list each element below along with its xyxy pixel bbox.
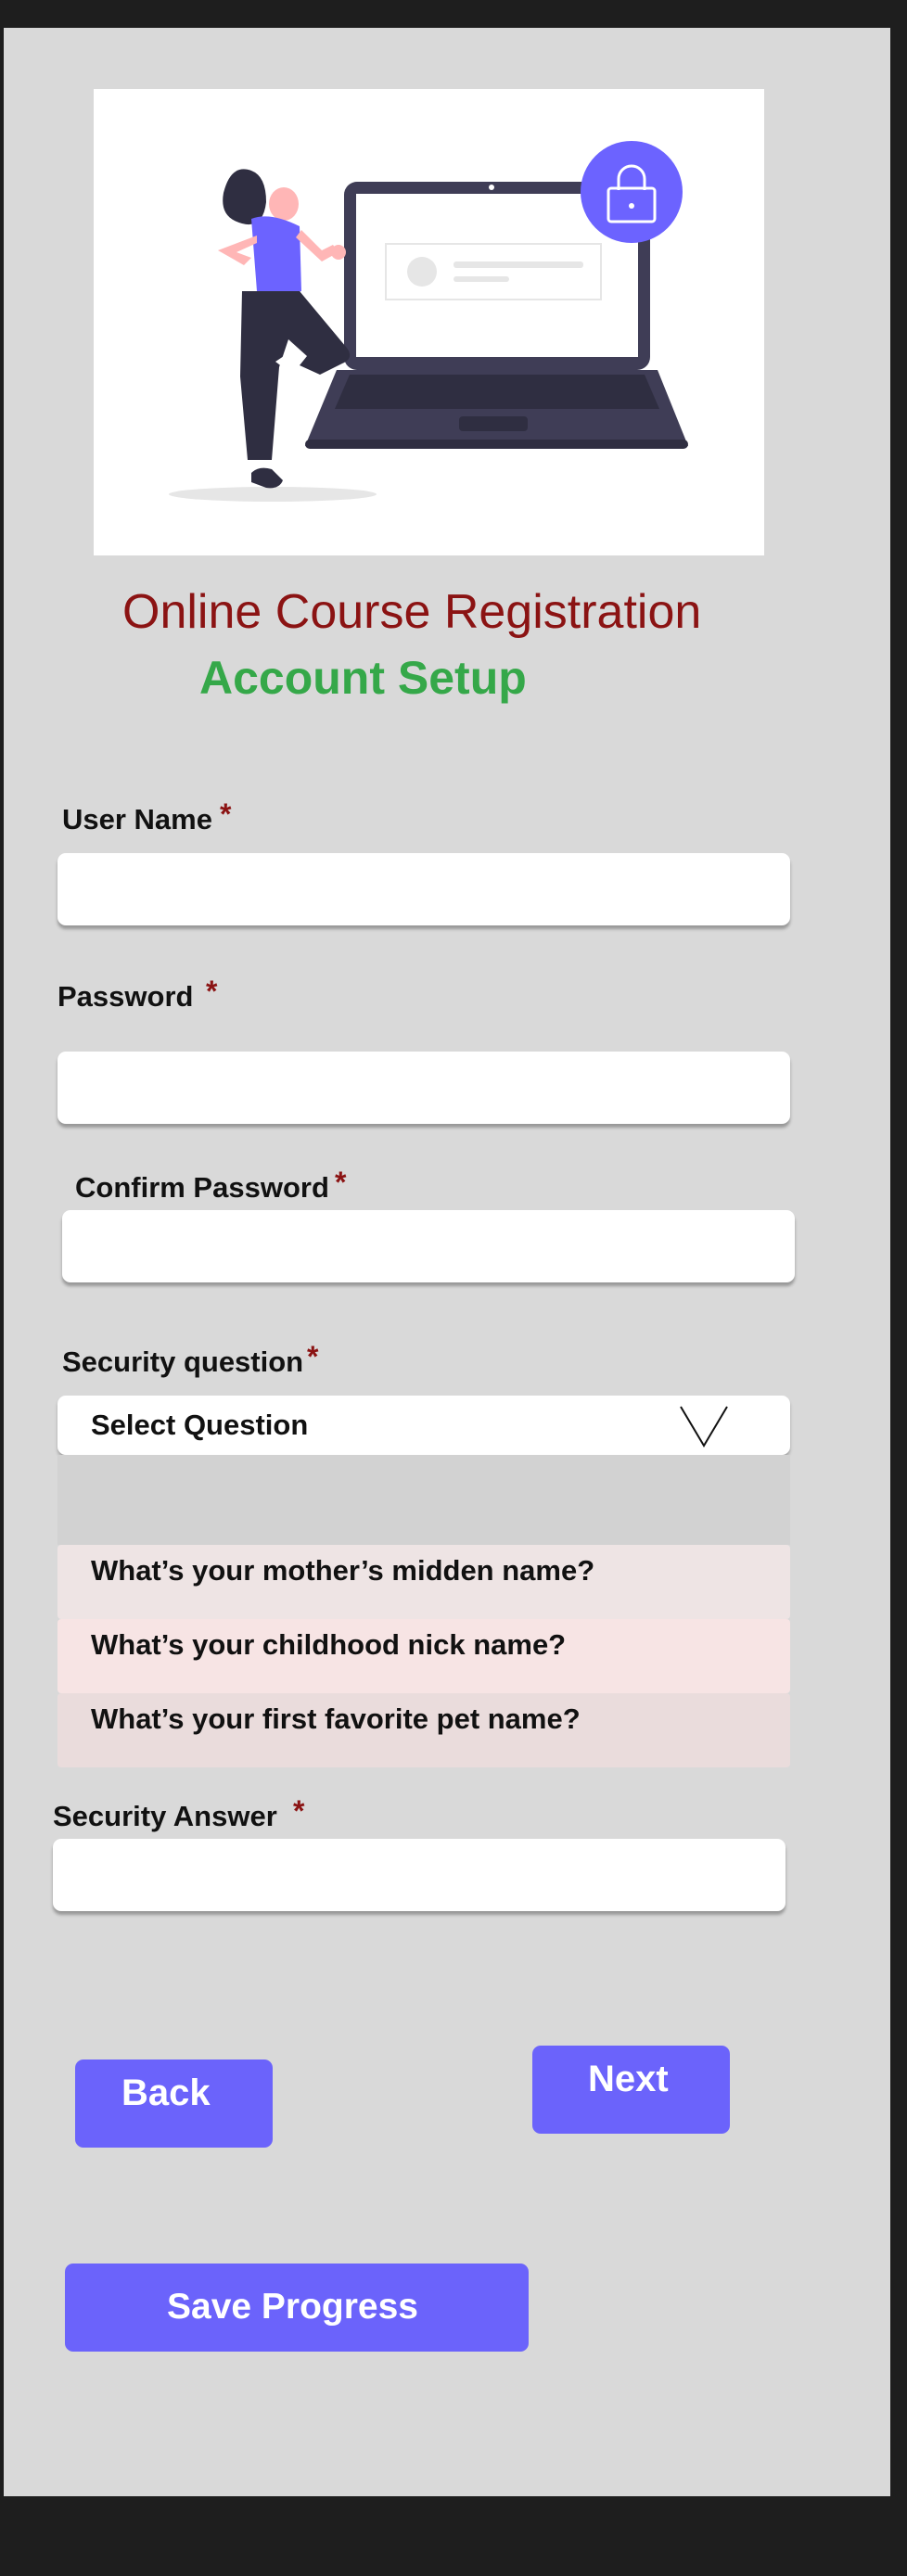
hero-illustration [94, 89, 764, 555]
dropdown-spacer [57, 1455, 790, 1545]
password-label: Password [57, 980, 194, 1013]
chevron-down-icon[interactable] [679, 1405, 729, 1447]
registration-screen: Online Course Registration Account Setup… [4, 28, 890, 2496]
dropdown-option[interactable]: What’s your first favorite pet name? [57, 1693, 790, 1767]
confirm-password-input[interactable] [62, 1210, 795, 1282]
required-asterisk: * [220, 797, 232, 831]
security-answer-label: Security Answer [53, 1800, 277, 1832]
select-value: Select Question [91, 1409, 309, 1441]
page-subtitle: Account Setup [199, 652, 527, 704]
dropdown-option[interactable]: What’s your mother’s midden name? [57, 1545, 790, 1619]
woman-laptop-illustration [169, 141, 688, 502]
confirm-password-label: Confirm Password [75, 1171, 329, 1204]
option-label: What’s your first favorite pet name? [91, 1702, 581, 1735]
back-button-label: Back [121, 2072, 211, 2113]
option-label: What’s your mother’s midden name? [91, 1554, 595, 1587]
security-question-label: Security question [62, 1345, 304, 1378]
next-button-label: Next [588, 2059, 669, 2099]
save-progress-button[interactable]: Save Progress [65, 2264, 529, 2352]
username-input[interactable] [57, 853, 790, 925]
security-answer-input[interactable] [53, 1839, 786, 1911]
option-label: What’s your childhood nick name? [91, 1628, 567, 1661]
required-asterisk: * [293, 1794, 305, 1828]
username-label: User Name [62, 803, 212, 835]
back-button[interactable]: Back [75, 2060, 273, 2148]
password-input[interactable] [57, 1052, 790, 1124]
required-asterisk: * [307, 1340, 319, 1373]
save-progress-label: Save Progress [167, 2287, 419, 2327]
next-button[interactable]: Next [532, 2046, 730, 2134]
required-asterisk: * [206, 975, 218, 1008]
dropdown-option[interactable]: What’s your childhood nick name? [57, 1619, 790, 1693]
required-asterisk: * [335, 1166, 347, 1199]
security-question-select[interactable]: Select Question [57, 1396, 790, 1455]
page-title: Online Course Registration [122, 585, 702, 639]
